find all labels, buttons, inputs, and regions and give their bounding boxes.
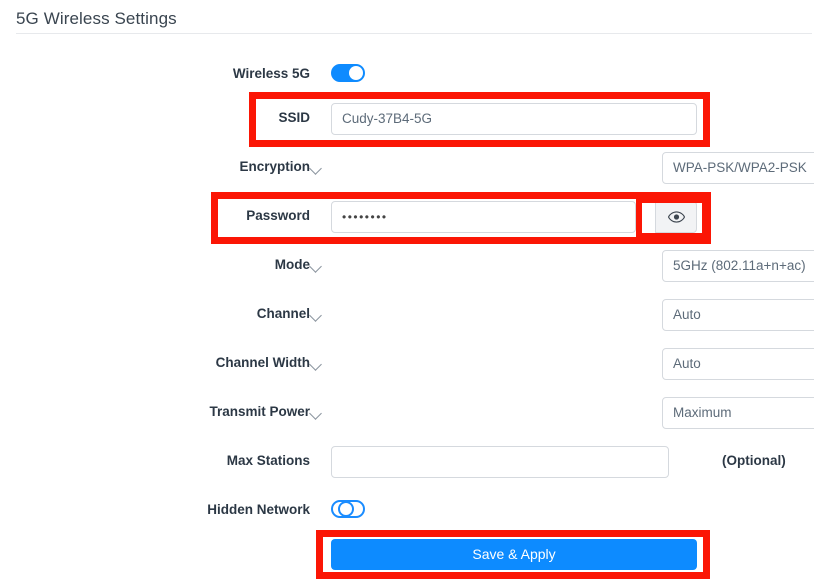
label-transmit-power: Transmit Power <box>209 404 310 419</box>
label-max-stations: Max Stations <box>226 453 310 468</box>
channel-width-select[interactable]: Auto <box>662 348 814 380</box>
label-channel: Channel <box>256 306 310 321</box>
chevron-down-icon <box>309 358 322 371</box>
chevron-down-icon <box>309 407 322 420</box>
wireless-settings-form: Wireless 5G SSID Cudy-37B4-5G Encryption… <box>0 0 814 583</box>
chevron-down-icon <box>309 309 322 322</box>
label-channel-width: Channel Width <box>215 355 310 370</box>
hidden-network-toggle[interactable] <box>331 500 365 518</box>
label-mode: Mode <box>274 257 310 272</box>
toggle-knob <box>338 501 354 517</box>
label-hidden-network: Hidden Network <box>207 502 310 517</box>
toggle-knob <box>349 66 363 80</box>
channel-select[interactable]: Auto <box>662 299 814 331</box>
chevron-down-icon <box>309 260 322 273</box>
label-ssid: SSID <box>278 110 310 125</box>
eye-icon <box>667 211 685 223</box>
password-input[interactable]: •••••••• <box>331 201 636 233</box>
label-encryption: Encryption <box>239 159 310 174</box>
mode-select[interactable]: 5GHz (802.11a+n+ac) <box>662 250 814 282</box>
transmit-power-select[interactable]: Maximum <box>662 397 814 429</box>
encryption-select[interactable]: WPA-PSK/WPA2-PSK <box>662 152 814 184</box>
wireless-5g-toggle[interactable] <box>331 64 365 82</box>
chevron-down-icon <box>309 162 322 175</box>
label-wireless-5g: Wireless 5G <box>232 66 310 81</box>
max-stations-optional-note: (Optional) <box>722 453 786 468</box>
save-apply-button[interactable]: Save & Apply <box>331 539 697 570</box>
ssid-input[interactable]: Cudy-37B4-5G <box>331 103 697 135</box>
max-stations-input[interactable] <box>331 446 669 478</box>
password-reveal-button[interactable] <box>655 201 697 233</box>
label-password: Password <box>246 208 310 223</box>
